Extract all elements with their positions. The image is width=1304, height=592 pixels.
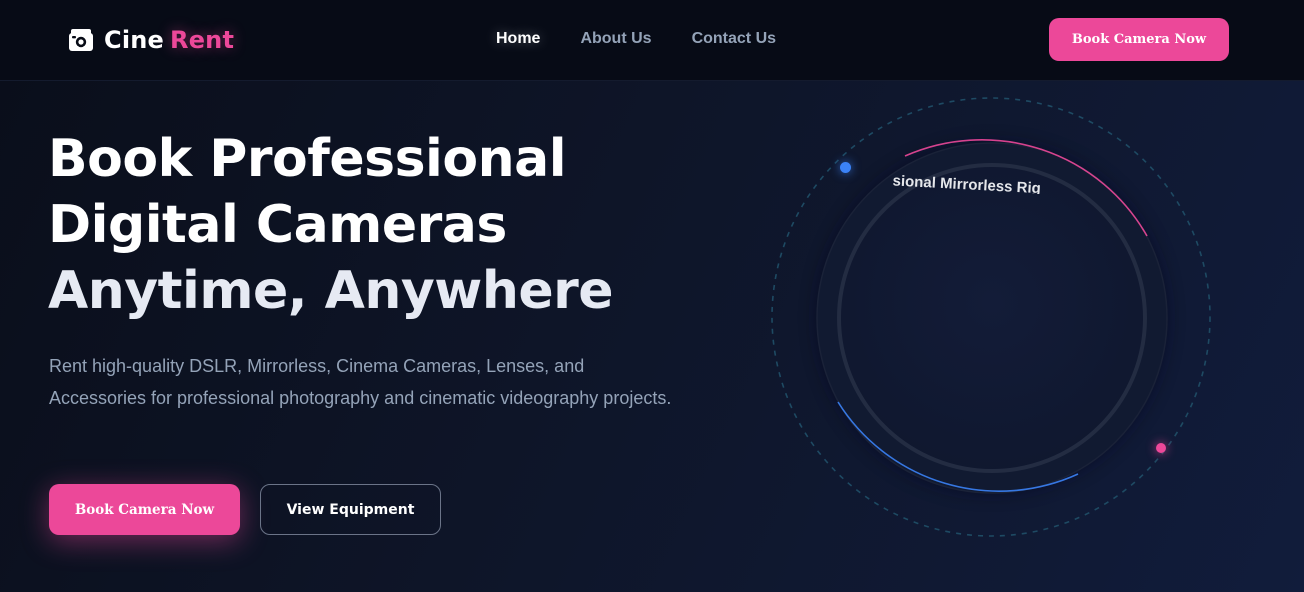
landing-page: Cine Rent Home About Us Contact Us Book C… — [0, 0, 1304, 592]
orbit-label: Professional Mirrorless Rig — [892, 170, 1092, 194]
nav-link-home[interactable]: Home — [496, 30, 540, 48]
hero-title: Book Professional Digital Cameras Anytim… — [48, 126, 688, 324]
orbit-label-text: Professional Mirrorless Rig — [892, 170, 1042, 194]
nav-links: Home About Us Contact Us — [496, 30, 776, 48]
inner-disc — [837, 163, 1147, 473]
brand-logo[interactable]: Cine Rent — [68, 25, 234, 55]
nav-link-contact-us[interactable]: Contact Us — [692, 30, 776, 48]
nav-link-about-us[interactable]: About Us — [580, 30, 651, 48]
blue-orbit-dot — [840, 162, 851, 173]
hero-description: Rent high-quality DSLR, Mirrorless, Cine… — [49, 356, 672, 408]
view-equipment-button[interactable]: View Equipment — [260, 484, 441, 535]
navbar: Cine Rent Home About Us Contact Us Book C… — [0, 0, 1304, 81]
hero-book-camera-button[interactable]: Book Camera Now — [49, 484, 240, 535]
hero-title-line-3: Anytime, Anywhere — [48, 261, 614, 321]
brand-name-part2: Rent — [170, 26, 235, 54]
hero-title-line-1: Book Professional — [48, 129, 567, 189]
orbit-visual — [771, 97, 1211, 537]
pink-orbit-dot — [1156, 443, 1166, 453]
camera-icon — [69, 29, 93, 51]
brand-name: Cine Rent — [104, 26, 234, 54]
nav-book-camera-button[interactable]: Book Camera Now — [1049, 18, 1229, 61]
hero-title-line-2: Digital Cameras — [48, 195, 507, 255]
brand-name-part1: Cine — [104, 26, 165, 54]
